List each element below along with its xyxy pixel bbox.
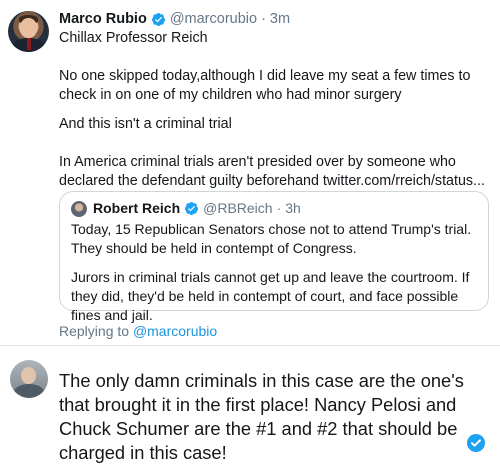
quoted-paragraph: Today, 15 Republican Senators chose not … bbox=[71, 221, 472, 256]
quoted-timestamp: 3h bbox=[285, 200, 301, 216]
quoted-author-name: Robert Reich bbox=[93, 200, 181, 216]
main-tweet: Marco Rubio @marcorubio · 3m Chillax Pro… bbox=[0, 0, 500, 346]
quoted-tweet-header: Robert Reich @RBReich · 3h bbox=[93, 198, 301, 218]
check-circle-icon bbox=[467, 434, 485, 452]
quoted-author-handle: @RBReich bbox=[203, 200, 273, 216]
reply-text[interactable]: The only damn criminals in this case are… bbox=[59, 369, 491, 465]
user-avatar[interactable] bbox=[10, 360, 48, 398]
replying-to-mention[interactable]: @marcorubio bbox=[133, 323, 217, 339]
tweet-paragraph: Chillax Professor Reich bbox=[59, 30, 208, 46]
replying-to: Replying to @marcorubio bbox=[59, 321, 217, 341]
verified-badge-icon bbox=[151, 12, 166, 27]
tweet-timestamp[interactable]: 3m bbox=[270, 9, 290, 29]
marco-rubio-avatar[interactable] bbox=[8, 11, 49, 52]
tweet-header: Marco Rubio @marcorubio · 3m bbox=[59, 9, 290, 29]
author-handle[interactable]: @marcorubio bbox=[170, 9, 257, 29]
replying-to-label: Replying to bbox=[59, 323, 133, 339]
tweet-paragraph: No one skipped today,although I did leav… bbox=[59, 68, 471, 103]
verified-badge-icon bbox=[184, 201, 199, 216]
tweet-paragraph: And this isn't a criminal trial bbox=[59, 116, 232, 132]
robert-reich-avatar bbox=[71, 201, 87, 217]
tweet-paragraph: In America criminal trials aren't presid… bbox=[59, 154, 485, 189]
author-name[interactable]: Marco Rubio bbox=[59, 9, 147, 29]
separator-dot: · bbox=[261, 11, 266, 27]
quoted-tweet[interactable]: Robert Reich @RBReich · 3h Today, 15 Rep… bbox=[59, 191, 489, 323]
separator-dot: · bbox=[276, 200, 282, 216]
reply-compose: The only damn criminals in this case are… bbox=[0, 346, 500, 465]
quoted-paragraph: Jurors in criminal trials cannot get up … bbox=[71, 269, 470, 323]
